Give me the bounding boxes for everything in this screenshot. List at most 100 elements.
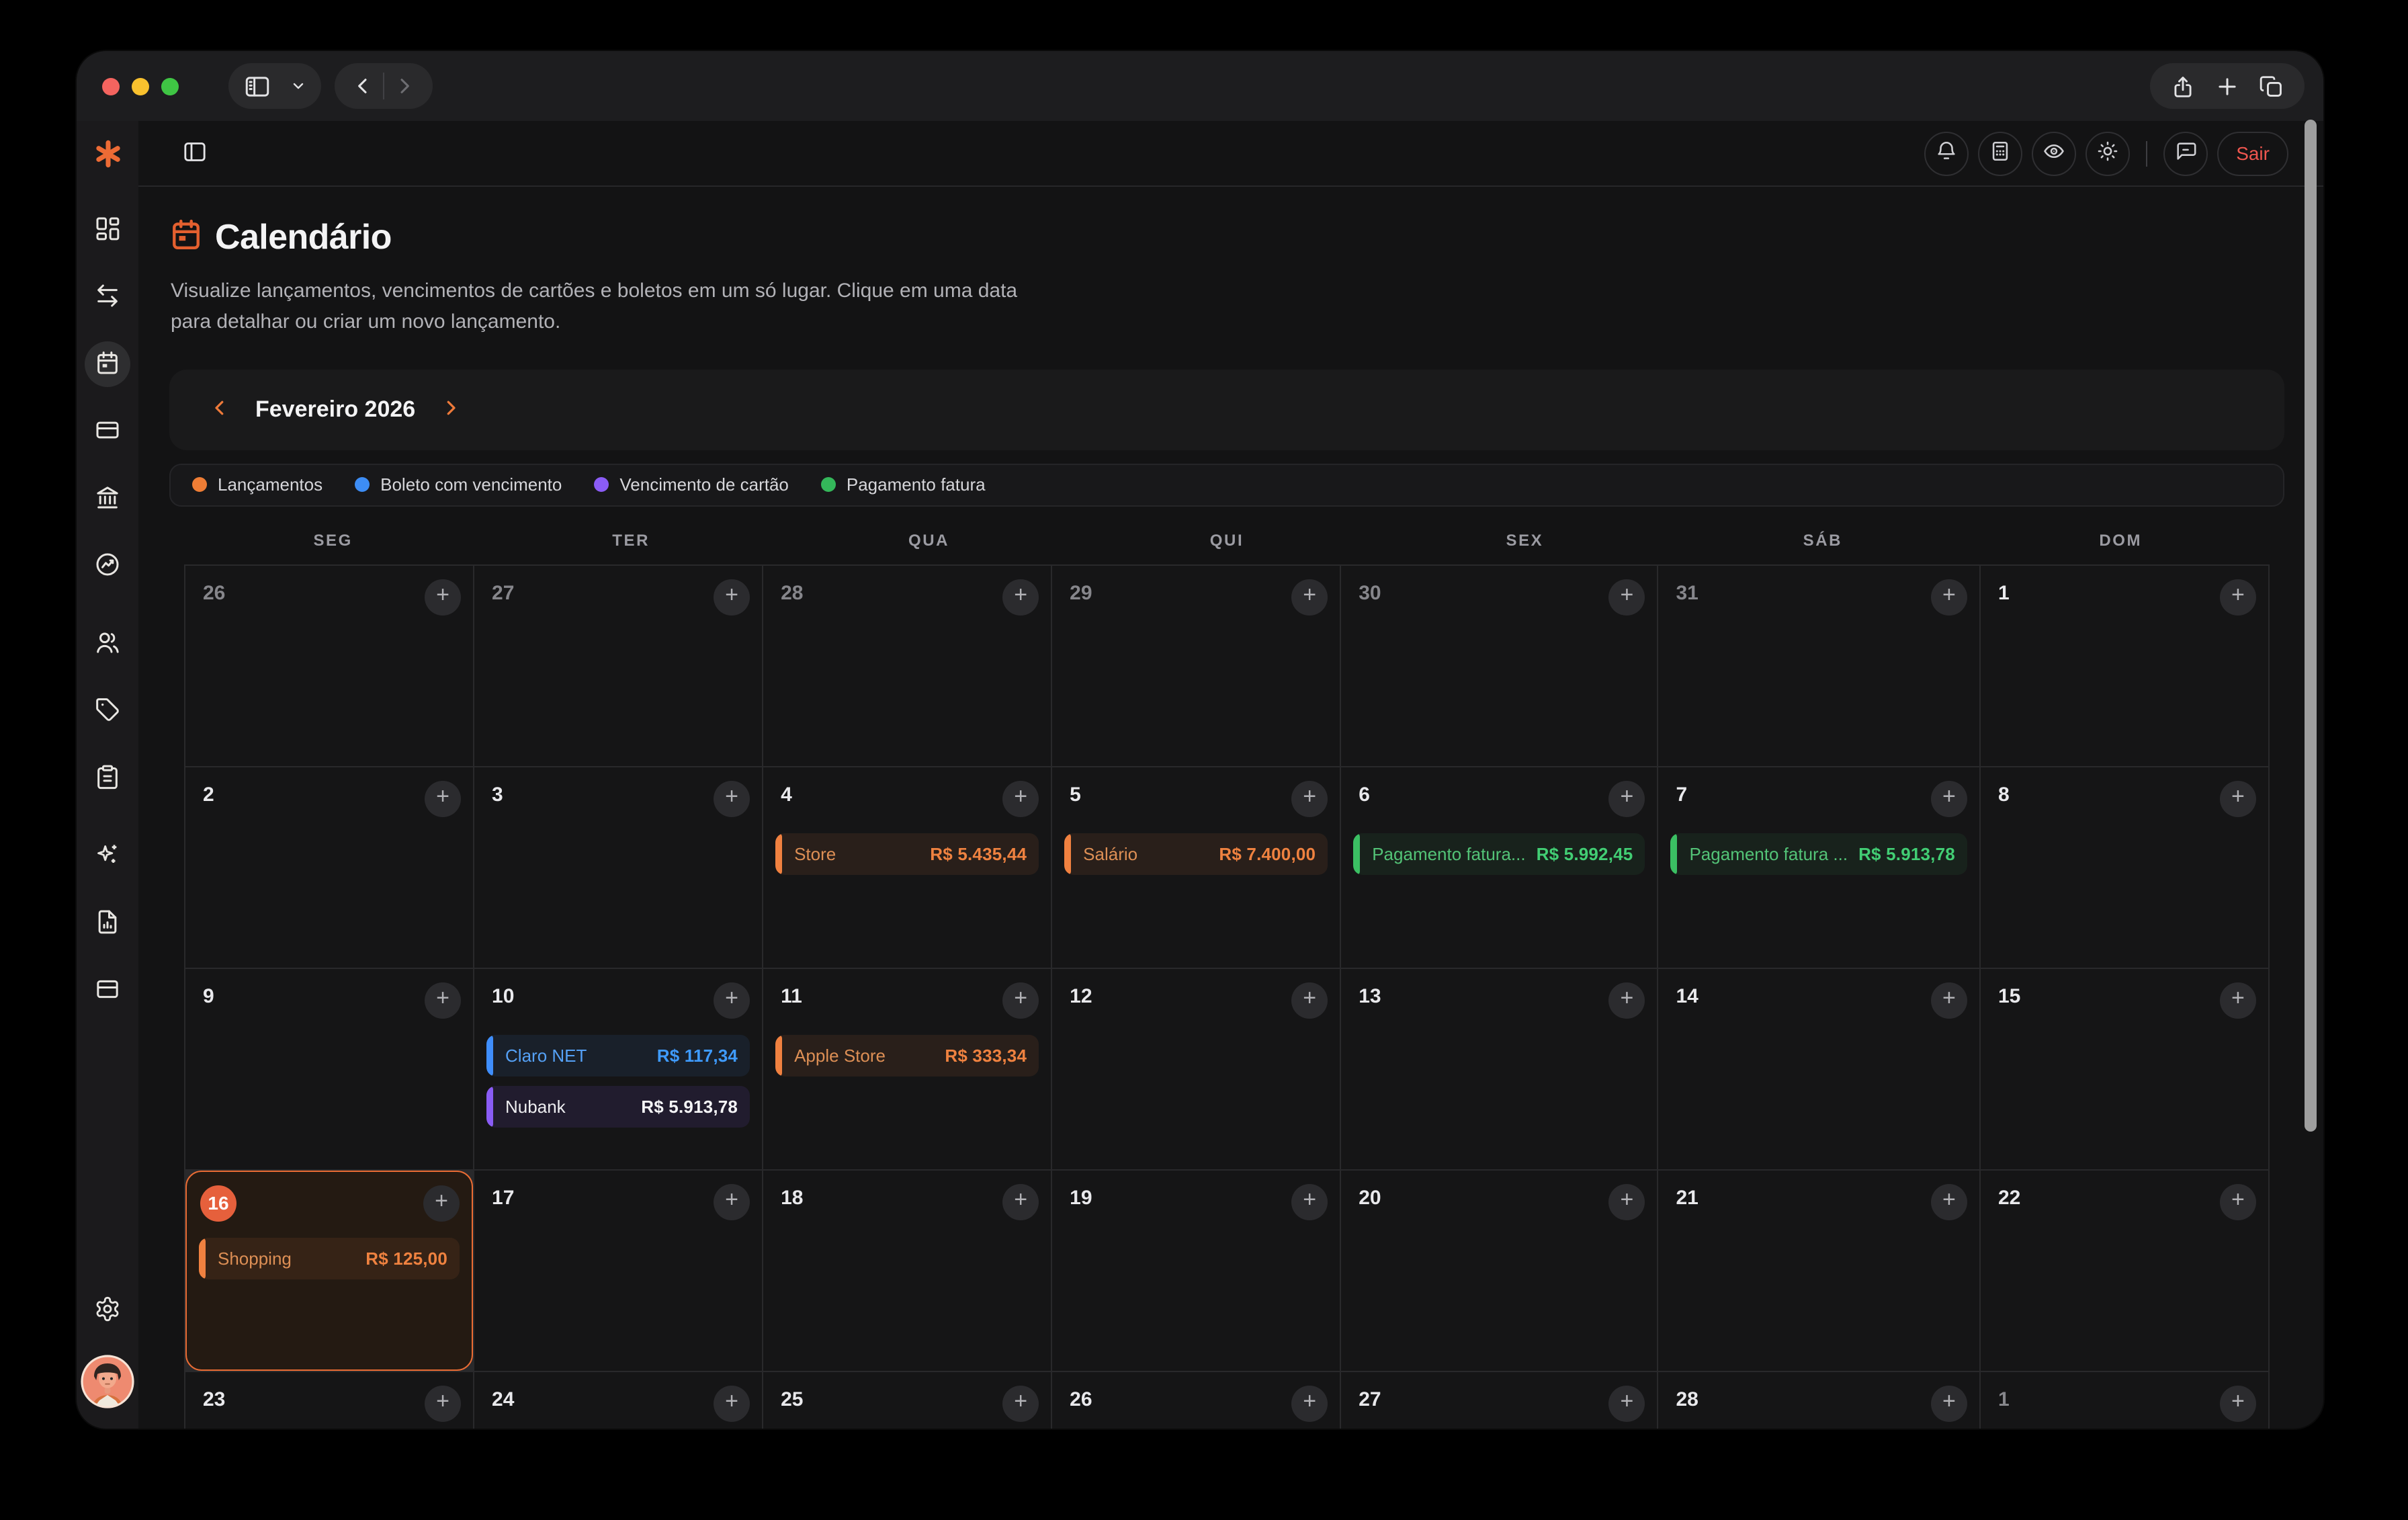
new-tab-button[interactable] (2205, 63, 2249, 109)
add-event-button[interactable]: + (1002, 1183, 1039, 1220)
add-event-button[interactable]: + (1931, 780, 1967, 816)
add-event-button[interactable]: + (1608, 1385, 1645, 1421)
sidebar-item-ai[interactable] (85, 833, 130, 879)
sidebar-item-settings[interactable] (85, 1287, 130, 1333)
add-event-button[interactable]: + (1608, 982, 1645, 1018)
add-event-button[interactable]: + (425, 1385, 461, 1421)
calendar-day-cell[interactable]: 9+ (185, 968, 473, 1169)
calendar-day-cell[interactable]: 23+ (185, 1371, 473, 1429)
add-event-button[interactable]: + (1002, 982, 1039, 1018)
calendar-day-cell[interactable]: 27+ (1341, 1371, 1657, 1429)
add-event-button[interactable]: + (1931, 1183, 1967, 1220)
calendar-day-cell[interactable]: 17+ (474, 1170, 762, 1370)
sidebar-item-calendar[interactable] (85, 341, 130, 387)
sidebar-menu-button[interactable] (281, 63, 316, 109)
calendar-day-cell[interactable]: 11+Apple StoreR$ 333,34 (763, 968, 1051, 1169)
add-event-button[interactable]: + (1291, 1183, 1328, 1220)
event-chip-lancamento[interactable]: Apple StoreR$ 333,34 (775, 1034, 1039, 1076)
theme-toggle-button[interactable] (2086, 131, 2130, 175)
privacy-eye-button[interactable] (2032, 131, 2076, 175)
calculator-button[interactable] (1978, 131, 2022, 175)
add-event-button[interactable]: + (1291, 780, 1328, 816)
logout-button[interactable]: Sair (2217, 131, 2288, 175)
sidebar-item-dashboard[interactable] (85, 207, 130, 253)
sidebar-item-notes[interactable] (85, 755, 130, 801)
scrollbar-thumb[interactable] (2305, 120, 2317, 1132)
calendar-day-cell[interactable]: 15+ (1981, 968, 2268, 1169)
calendar-day-cell[interactable]: 1+ (1981, 1371, 2268, 1429)
add-event-button[interactable]: + (714, 982, 750, 1018)
add-event-button[interactable]: + (425, 780, 461, 816)
add-event-button[interactable]: + (1608, 780, 1645, 816)
forward-button[interactable] (384, 63, 425, 109)
event-chip-cartao[interactable]: NubankR$ 5.913,78 (486, 1085, 750, 1127)
add-event-button[interactable]: + (714, 1183, 750, 1220)
calendar-day-cell[interactable]: 30+ (1341, 565, 1657, 765)
add-event-button[interactable]: + (2220, 579, 2256, 615)
minimize-window-button[interactable] (132, 77, 149, 95)
calendar-day-cell[interactable]: 27+ (474, 565, 762, 765)
calendar-day-cell[interactable]: 18+ (763, 1170, 1051, 1370)
add-event-button[interactable]: + (1931, 579, 1967, 615)
add-event-button[interactable]: + (423, 1185, 460, 1221)
add-event-button[interactable]: + (714, 1385, 750, 1421)
add-event-button[interactable]: + (425, 579, 461, 615)
calendar-day-cell[interactable]: 7+Pagamento fatura ...R$ 5.913,78 (1658, 767, 1979, 967)
add-event-button[interactable]: + (714, 579, 750, 615)
calendar-day-cell[interactable]: 10+Claro NETR$ 117,34NubankR$ 5.913,78 (474, 968, 762, 1169)
add-event-button[interactable]: + (1002, 1385, 1039, 1421)
share-button[interactable] (2161, 63, 2205, 109)
sidebar-item-wallet[interactable] (85, 968, 130, 1013)
calendar-day-cell[interactable]: 3+ (474, 767, 762, 967)
calendar-day-cell[interactable]: 4+StoreR$ 5.435,44 (763, 767, 1051, 967)
event-chip-fatura[interactable]: Pagamento fatura...R$ 5.992,45 (1353, 833, 1645, 874)
sidebar-item-cards[interactable] (85, 409, 130, 454)
calendar-day-cell[interactable]: 6+Pagamento fatura...R$ 5.992,45 (1341, 767, 1657, 967)
sidebar-item-reports[interactable] (85, 900, 130, 946)
event-chip-boleto[interactable]: Claro NETR$ 117,34 (486, 1034, 750, 1076)
add-event-button[interactable]: + (714, 780, 750, 816)
notifications-button[interactable] (1924, 131, 1969, 175)
calendar-day-cell[interactable]: 25+ (763, 1371, 1051, 1429)
event-chip-lancamento[interactable]: ShoppingR$ 125,00 (199, 1237, 460, 1279)
sidebar-item-transactions[interactable] (85, 274, 130, 320)
add-event-button[interactable]: + (425, 982, 461, 1018)
add-event-button[interactable]: + (1291, 982, 1328, 1018)
add-event-button[interactable]: + (1002, 780, 1039, 816)
calendar-day-cell[interactable]: 2+ (185, 767, 473, 967)
calendar-day-cell[interactable]: 5+SalárioR$ 7.400,00 (1052, 767, 1340, 967)
feedback-button[interactable] (2163, 131, 2208, 175)
calendar-day-cell[interactable]: 28+ (763, 565, 1051, 765)
calendar-day-cell[interactable]: 20+ (1341, 1170, 1657, 1370)
event-chip-lancamento[interactable]: SalárioR$ 7.400,00 (1064, 833, 1328, 874)
calendar-day-cell[interactable]: 1+ (1981, 565, 2268, 765)
calendar-day-cell[interactable]: 26+ (1052, 1371, 1340, 1429)
calendar-day-cell[interactable]: 29+ (1052, 565, 1340, 765)
event-chip-lancamento[interactable]: StoreR$ 5.435,44 (775, 833, 1039, 874)
calendar-day-cell[interactable]: 24+ (474, 1371, 762, 1429)
app-logo[interactable] (91, 137, 124, 175)
sidebar-item-bank[interactable] (85, 476, 130, 521)
calendar-day-cell[interactable]: 14+ (1658, 968, 1979, 1169)
calendar-day-cell[interactable]: 8+ (1981, 767, 2268, 967)
zoom-window-button[interactable] (161, 77, 179, 95)
add-event-button[interactable]: + (1002, 579, 1039, 615)
calendar-day-cell[interactable]: 22+ (1981, 1170, 2268, 1370)
next-month-button[interactable] (441, 397, 461, 421)
add-event-button[interactable]: + (1608, 1183, 1645, 1220)
add-event-button[interactable]: + (2220, 982, 2256, 1018)
add-event-button[interactable]: + (1608, 579, 1645, 615)
calendar-day-cell[interactable]: 21+ (1658, 1170, 1979, 1370)
add-event-button[interactable]: + (1931, 1385, 1967, 1421)
add-event-button[interactable]: + (1291, 579, 1328, 615)
calendar-day-cell[interactable]: 19+ (1052, 1170, 1340, 1370)
collapse-panel-button[interactable] (181, 138, 208, 169)
event-chip-fatura[interactable]: Pagamento fatura ...R$ 5.913,78 (1670, 833, 1967, 874)
calendar-day-cell[interactable]: 16+ShoppingR$ 125,00 (185, 1170, 473, 1370)
calendar-day-cell[interactable]: 31+ (1658, 565, 1979, 765)
user-avatar[interactable] (81, 1355, 134, 1412)
close-window-button[interactable] (102, 77, 120, 95)
add-event-button[interactable]: + (2220, 1183, 2256, 1220)
back-button[interactable] (343, 63, 383, 109)
calendar-day-cell[interactable]: 12+ (1052, 968, 1340, 1169)
